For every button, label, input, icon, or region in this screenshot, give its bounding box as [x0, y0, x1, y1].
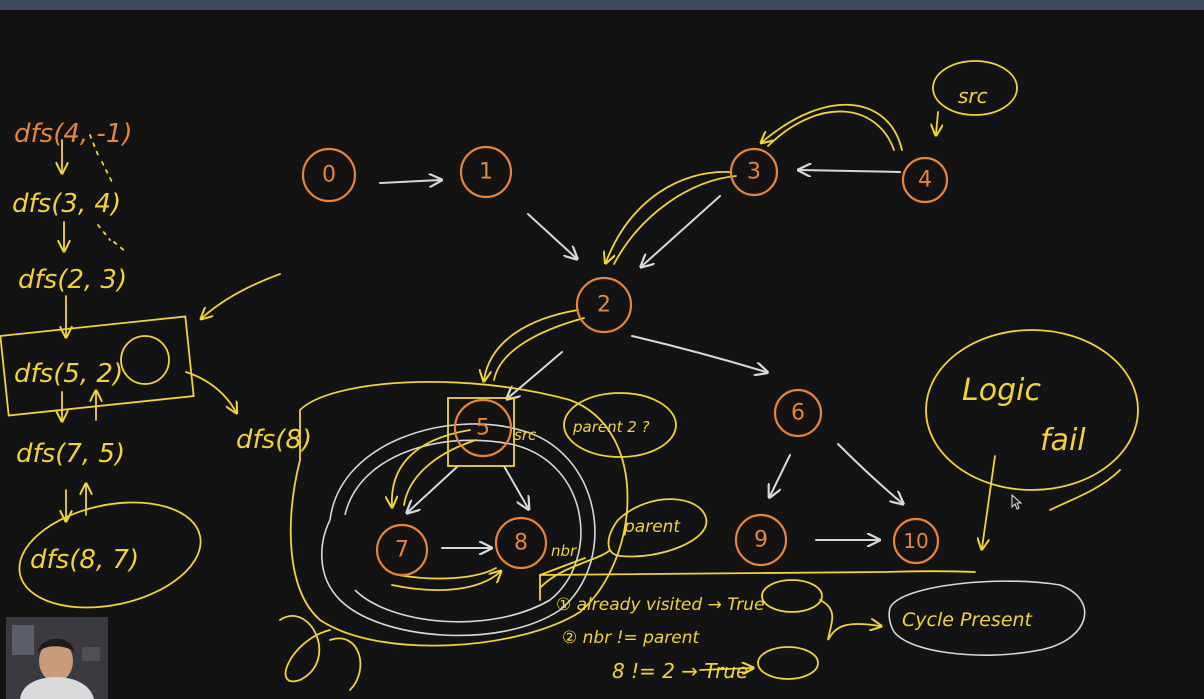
logic-fail-ellipse: [925, 329, 1139, 491]
node-label-4: 4: [918, 168, 932, 193]
drawing-canvas[interactable]: 0 1 2 3 4 5 6 7 8 9 10 src dfs(4, -1) df…: [0, 10, 1204, 699]
node-label-9: 9: [754, 528, 768, 553]
dfs-call-2: dfs(3, 4): [12, 189, 121, 219]
parent-question-label: parent 2 ?: [572, 418, 650, 436]
dfs-call-7: dfs(8): [236, 425, 312, 455]
node-label-10: 10: [903, 529, 928, 553]
node-label-3: 3: [747, 160, 761, 185]
dfs-call-3: dfs(2, 3): [18, 265, 127, 295]
nbr-label: nbr: [551, 542, 577, 560]
node-label-5: 5: [476, 416, 490, 441]
condition-2: ② nbr != parent: [562, 628, 700, 648]
dfs-call-6: dfs(8, 7): [30, 545, 139, 575]
dfs-call-1: dfs(4, -1): [14, 119, 133, 149]
node5-src-label: src: [514, 426, 537, 444]
dfs-call-5: dfs(7, 5): [16, 439, 125, 469]
edge-5-7: [408, 465, 459, 512]
edge-0-1: [379, 180, 440, 183]
edge-3-2: [642, 195, 721, 266]
node-label-0: 0: [322, 163, 336, 188]
fail-label: fail: [1040, 423, 1086, 458]
edge-5-8: [503, 465, 528, 508]
node-label-1: 1: [479, 160, 493, 185]
node-label-2: 2: [597, 293, 611, 318]
parent-label: parent: [623, 517, 681, 537]
edge-4-3: [800, 170, 901, 172]
condition-1: ① already visited → True: [556, 595, 765, 615]
node-label-6: 6: [791, 401, 805, 426]
mouse-pointer-icon: [1011, 493, 1023, 515]
node-label-7: 7: [395, 538, 409, 563]
whiteboard-drawing: 0 1 2 3 4 5 6 7 8 9 10 src dfs(4, -1) df…: [0, 60, 1139, 691]
edge-6-9: [770, 454, 791, 496]
logic-label: Logic: [962, 373, 1041, 408]
edge-2-6: [631, 335, 766, 372]
window-title-bar: [0, 0, 1204, 10]
node-label-8: 8: [514, 531, 528, 556]
dfs-call-4: dfs(5, 2): [14, 359, 123, 389]
person-icon: [6, 617, 108, 699]
edge-1-2: [527, 213, 576, 258]
edge-6-10: [837, 443, 902, 503]
condition-3: 8 != 2 → True: [612, 659, 748, 683]
src-label: src: [958, 84, 988, 108]
cycle-present-label: Cycle Present: [902, 609, 1034, 631]
webcam-overlay: [6, 617, 108, 699]
graph-nodes: [301, 145, 949, 577]
